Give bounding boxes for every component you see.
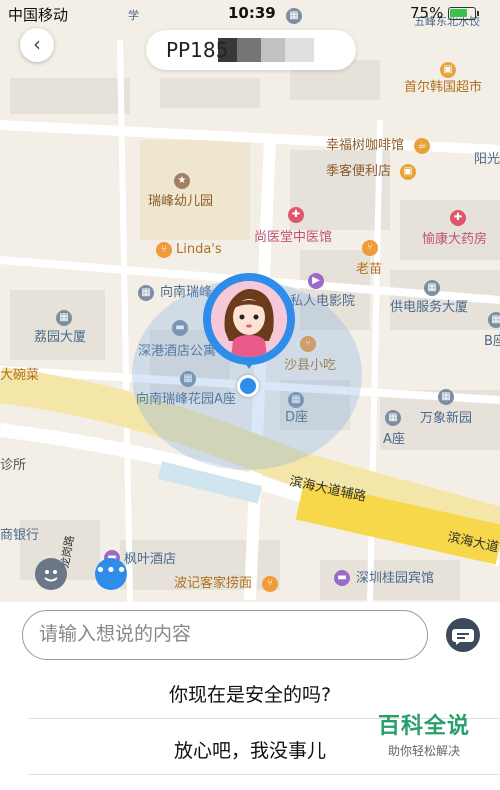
chat-more-button[interactable]: ••• <box>95 558 127 590</box>
map-view[interactable]: 首尔韩国超市 ▣ 幸福树咖啡馆 ☕ 季客便利店 ▣ 阳光 ★ 瑞峰幼儿园 ✚ 尚… <box>0 0 500 602</box>
poi-bowl[interactable]: 大碗菜 <box>0 368 39 384</box>
message-input[interactable]: 请输入想说的内容 <box>22 610 428 660</box>
watermark-title: 百科全说 <box>377 714 470 739</box>
avatar-pin[interactable] <box>203 273 295 369</box>
building-icon: ▦ <box>488 312 500 328</box>
battery-percent: 75% <box>410 4 444 22</box>
poi-lindas[interactable]: Linda's <box>176 242 222 258</box>
poi-fengye[interactable]: 枫叶酒店 <box>124 552 176 568</box>
poi-liyuan[interactable]: 荔园大厦 <box>34 330 86 346</box>
chat-bubble-icon <box>452 629 474 645</box>
building-icon: ▦ <box>138 285 154 301</box>
building-icon: ▦ <box>438 389 454 405</box>
battery-icon <box>448 7 479 20</box>
poi-coffee[interactable]: 幸福树咖啡馆 <box>326 138 404 154</box>
poi-shangyi[interactable]: 尚医堂中医馆 <box>254 230 332 246</box>
hotel-icon: ▬ <box>334 570 350 586</box>
poi-yude[interactable]: 愉康大药房 <box>422 232 487 248</box>
quick-reply-1[interactable]: 你现在是安全的吗? <box>0 680 500 707</box>
current-location-dot <box>237 375 259 397</box>
store-icon: ▣ <box>400 164 416 180</box>
redacted-mosaic <box>218 38 314 62</box>
cinema-icon: ▶ <box>308 273 324 289</box>
back-button[interactable]: ‹ <box>20 28 54 62</box>
status-bar: 中国移动 10:39 75% <box>0 0 500 28</box>
girl-avatar-icon <box>211 281 287 357</box>
poi-haidilao[interactable]: 波记客家捞面 <box>174 576 252 592</box>
send-button[interactable] <box>446 618 480 652</box>
message-input-placeholder: 请输入想说的内容 <box>39 623 192 645</box>
poi-wanxiang[interactable]: 万象新园 <box>420 411 472 427</box>
school-icon: ★ <box>174 173 190 189</box>
coffee-icon: ☕ <box>414 138 430 154</box>
building-icon: ▦ <box>424 280 440 296</box>
chevron-left-icon: ‹ <box>33 32 41 56</box>
poi-bank[interactable]: 商银行 <box>0 528 39 544</box>
face-icon <box>44 570 58 582</box>
shop-icon: ▣ <box>440 62 456 78</box>
watermark-subtitle: 助你轻松解决 <box>387 744 460 758</box>
restaurant-icon: ⑂ <box>262 576 278 592</box>
poi-jike[interactable]: 季客便利店 <box>326 164 391 180</box>
watermark: 百科全说 助你轻松解决 <box>356 708 492 766</box>
poi-guiyuan[interactable]: 深圳桂园宾馆 <box>356 571 434 587</box>
poi-yang[interactable]: 阳光 <box>474 152 500 168</box>
ellipsis-icon: ••• <box>95 560 127 581</box>
pharmacy-icon: ✚ <box>450 210 466 226</box>
poi-bzuo[interactable]: B座 <box>484 334 500 350</box>
restaurant-icon: ⑂ <box>362 240 378 256</box>
poi-zhensuo[interactable]: 诊所 <box>0 458 26 474</box>
carrier-name: 中国移动 <box>8 6 69 24</box>
clinic-icon: ✚ <box>288 207 304 223</box>
poi-azuo[interactable]: A座 <box>383 432 405 448</box>
status-time: 10:39 <box>228 4 276 22</box>
poi-shouer[interactable]: 首尔韩国超市 <box>404 80 482 96</box>
divider <box>28 774 500 775</box>
avatar <box>211 281 287 357</box>
poi-gongdian[interactable]: 供电服务大厦 <box>390 300 468 316</box>
building-icon: ▦ <box>56 310 72 326</box>
restaurant-icon: ⑂ <box>156 242 172 258</box>
face-expression-button[interactable] <box>35 558 67 590</box>
building-icon: ▦ <box>385 410 401 426</box>
poi-ruifeng-kg[interactable]: 瑞峰幼儿园 <box>148 194 213 210</box>
device-title: PP185 <box>146 30 356 70</box>
poi-laoshan[interactable]: 老苗 <box>356 262 382 278</box>
